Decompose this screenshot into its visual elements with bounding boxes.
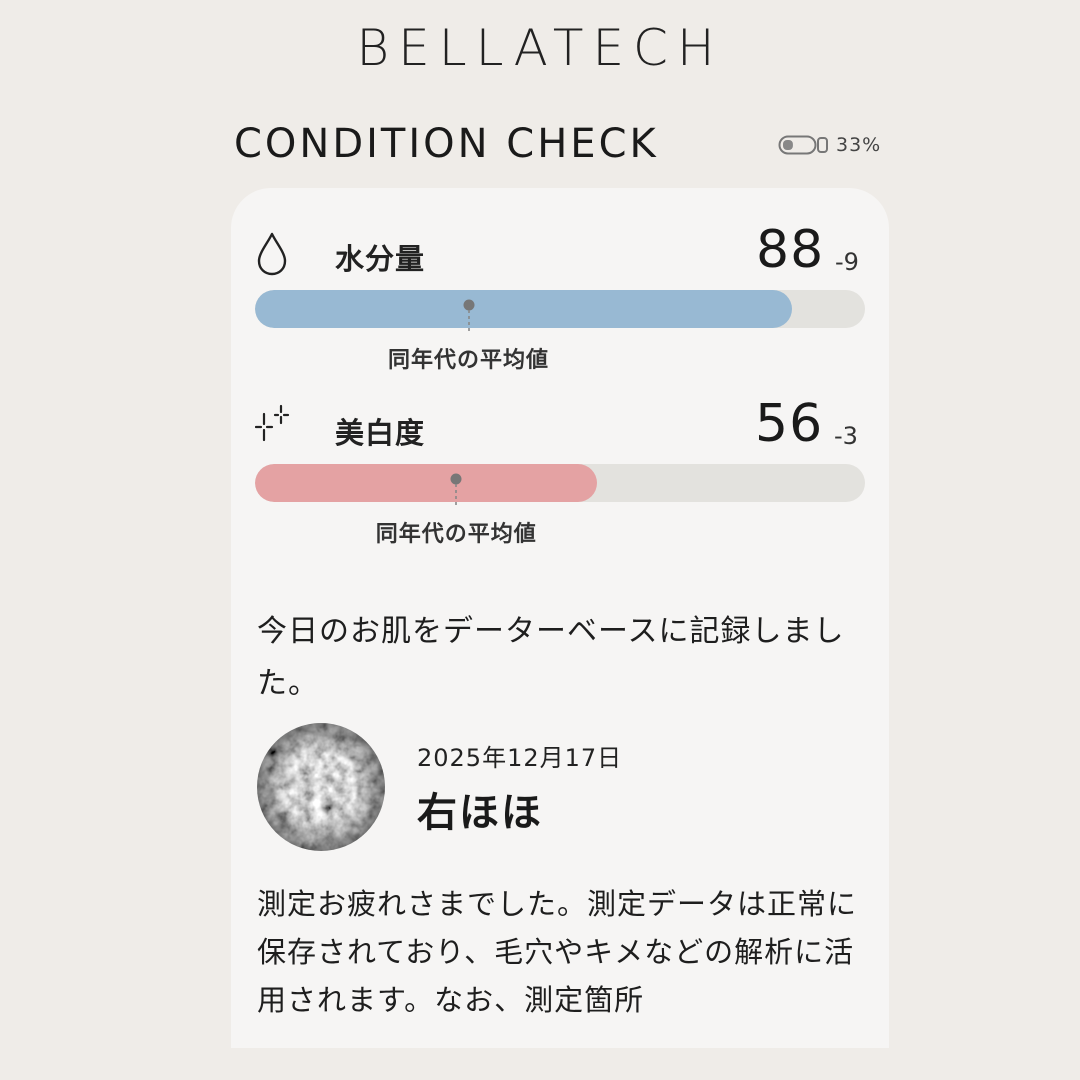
sparkle-icon — [254, 404, 291, 452]
record-date: 2025年12月17日 — [417, 744, 623, 772]
battery-percent: 33% — [836, 134, 882, 156]
metric-label-moisture: 水分量 — [335, 242, 426, 276]
whiteness-bar-fill — [255, 464, 597, 502]
water-drop-icon — [255, 232, 289, 280]
average-marker — [449, 472, 463, 508]
brand-logo: BELLATECH — [356, 19, 724, 77]
moisture-bar-fill — [255, 290, 792, 328]
battery-icon — [778, 135, 830, 155]
average-marker — [462, 298, 476, 334]
metric-value-moisture: 88 — [756, 220, 825, 280]
condition-card: 水分量 88 -9 同年代の平均値 美白度 56 -3 同年代の平均値 今日のお… — [231, 188, 889, 1048]
metric-delta-moisture: -9 — [835, 248, 859, 276]
app-screen: BELLATECH CONDITION CHECK 33% 水分量 88 -9 — [0, 0, 1080, 1080]
battery-indicator: 33% — [778, 133, 881, 157]
metric-label-whiteness: 美白度 — [335, 416, 426, 450]
skin-thumbnail[interactable] — [257, 723, 385, 851]
whiteness-bar — [255, 464, 865, 502]
measurement-message: 測定お疲れさまでした。測定データは正常に保存されており、毛穴やキメなどの解析に活… — [257, 887, 858, 1017]
average-label: 同年代の平均値 — [387, 348, 549, 373]
metric-value-whiteness: 56 — [755, 394, 824, 454]
record-message: 今日のお肌をデーターベースに記録しました。 — [257, 614, 845, 701]
metric-delta-whiteness: -3 — [834, 422, 858, 450]
average-label: 同年代の平均値 — [375, 522, 537, 547]
record-area: 右ほほ — [417, 790, 543, 836]
moisture-bar — [255, 290, 865, 328]
page-title: CONDITION CHECK — [234, 121, 659, 167]
